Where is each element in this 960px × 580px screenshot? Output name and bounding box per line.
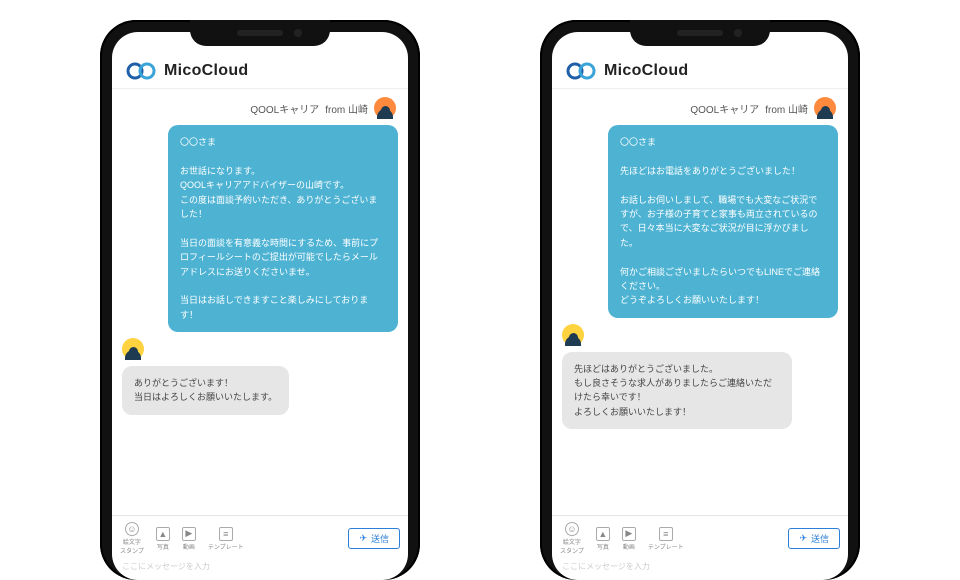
sender-prefix: QOOLキャリア bbox=[690, 101, 759, 116]
send-button[interactable]: ✈ 送信 bbox=[348, 528, 400, 549]
template-button[interactable]: ≡ テンプレート bbox=[648, 527, 684, 551]
smile-icon: ☺ bbox=[125, 522, 139, 536]
sender-prefix: QOOLキャリア bbox=[250, 101, 319, 116]
sender-from: from 山崎 bbox=[325, 101, 368, 116]
template-icon: ≡ bbox=[659, 527, 673, 541]
compose-toolbar: ☺ 絵文字 スタンプ ▲ 写真 ▶ 動画 ≡ テンプレート ✈ 送信 bbox=[552, 515, 848, 557]
video-button[interactable]: ▶ 動画 bbox=[182, 527, 196, 551]
message-outgoing[interactable]: 先ほどはありがとうございました。 もし良さそうな求人がありましたらご連絡いただけ… bbox=[562, 352, 792, 430]
send-button[interactable]: ✈ 送信 bbox=[788, 528, 840, 549]
video-icon: ▶ bbox=[182, 527, 196, 541]
phone-frame: MicoCloud QOOLキャリア from 山崎 〇〇さま お世話になります… bbox=[100, 20, 420, 580]
video-button[interactable]: ▶ 動画 bbox=[622, 527, 636, 551]
user-avatar bbox=[562, 324, 584, 346]
reply-row bbox=[122, 338, 398, 360]
compose-toolbar: ☺ 絵文字 スタンプ ▲ 写真 ▶ 動画 ≡ テンプレート ✈ 送信 bbox=[112, 515, 408, 557]
phone-notch bbox=[190, 20, 330, 46]
brand-name: MicoCloud bbox=[164, 62, 248, 80]
template-button[interactable]: ≡ テンプレート bbox=[208, 527, 244, 551]
brand-name: MicoCloud bbox=[604, 62, 688, 80]
send-icon: ✈ bbox=[359, 533, 367, 544]
sender-label-row: QOOLキャリア from 山崎 bbox=[562, 97, 838, 119]
app-screen: MicoCloud QOOLキャリア from 山崎 〇〇さま 先ほどはお電話を… bbox=[552, 32, 848, 580]
phone-notch bbox=[630, 20, 770, 46]
photo-button[interactable]: ▲ 写真 bbox=[596, 527, 610, 551]
app-screen: MicoCloud QOOLキャリア from 山崎 〇〇さま お世話になります… bbox=[112, 32, 408, 580]
template-icon: ≡ bbox=[219, 527, 233, 541]
user-avatar bbox=[122, 338, 144, 360]
smile-icon: ☺ bbox=[565, 522, 579, 536]
sender-avatar bbox=[374, 97, 396, 119]
emoji-button[interactable]: ☺ 絵文字 スタンプ bbox=[560, 522, 584, 555]
photo-icon: ▲ bbox=[596, 527, 610, 541]
chat-thread: QOOLキャリア from 山崎 〇〇さま お世話になります。 QOOLキャリア… bbox=[112, 89, 408, 515]
photo-icon: ▲ bbox=[156, 527, 170, 541]
chat-thread: QOOLキャリア from 山崎 〇〇さま 先ほどはお電話をありがとうございまし… bbox=[552, 89, 848, 515]
message-incoming[interactable]: 〇〇さま お世話になります。 QOOLキャリアアドバイザーの山崎です。 この度は… bbox=[168, 125, 398, 332]
photo-button[interactable]: ▲ 写真 bbox=[156, 527, 170, 551]
sender-label-row: QOOLキャリア from 山崎 bbox=[122, 97, 398, 119]
message-input[interactable]: ここにメッセージを入力 bbox=[552, 557, 848, 580]
message-outgoing[interactable]: ありがとうございます！ 当日はよろしくお願いいたします。 bbox=[122, 366, 289, 415]
message-incoming[interactable]: 〇〇さま 先ほどはお電話をありがとうございました！ お話しお伺いしまして、職場で… bbox=[608, 125, 838, 318]
send-icon: ✈ bbox=[799, 533, 807, 544]
video-icon: ▶ bbox=[622, 527, 636, 541]
brand-logo-icon bbox=[126, 62, 156, 80]
sender-avatar bbox=[814, 97, 836, 119]
sender-from: from 山崎 bbox=[765, 101, 808, 116]
message-input[interactable]: ここにメッセージを入力 bbox=[112, 557, 408, 580]
emoji-button[interactable]: ☺ 絵文字 スタンプ bbox=[120, 522, 144, 555]
brand-logo-icon bbox=[566, 62, 596, 80]
reply-row bbox=[562, 324, 838, 346]
phone-frame: MicoCloud QOOLキャリア from 山崎 〇〇さま 先ほどはお電話を… bbox=[540, 20, 860, 580]
